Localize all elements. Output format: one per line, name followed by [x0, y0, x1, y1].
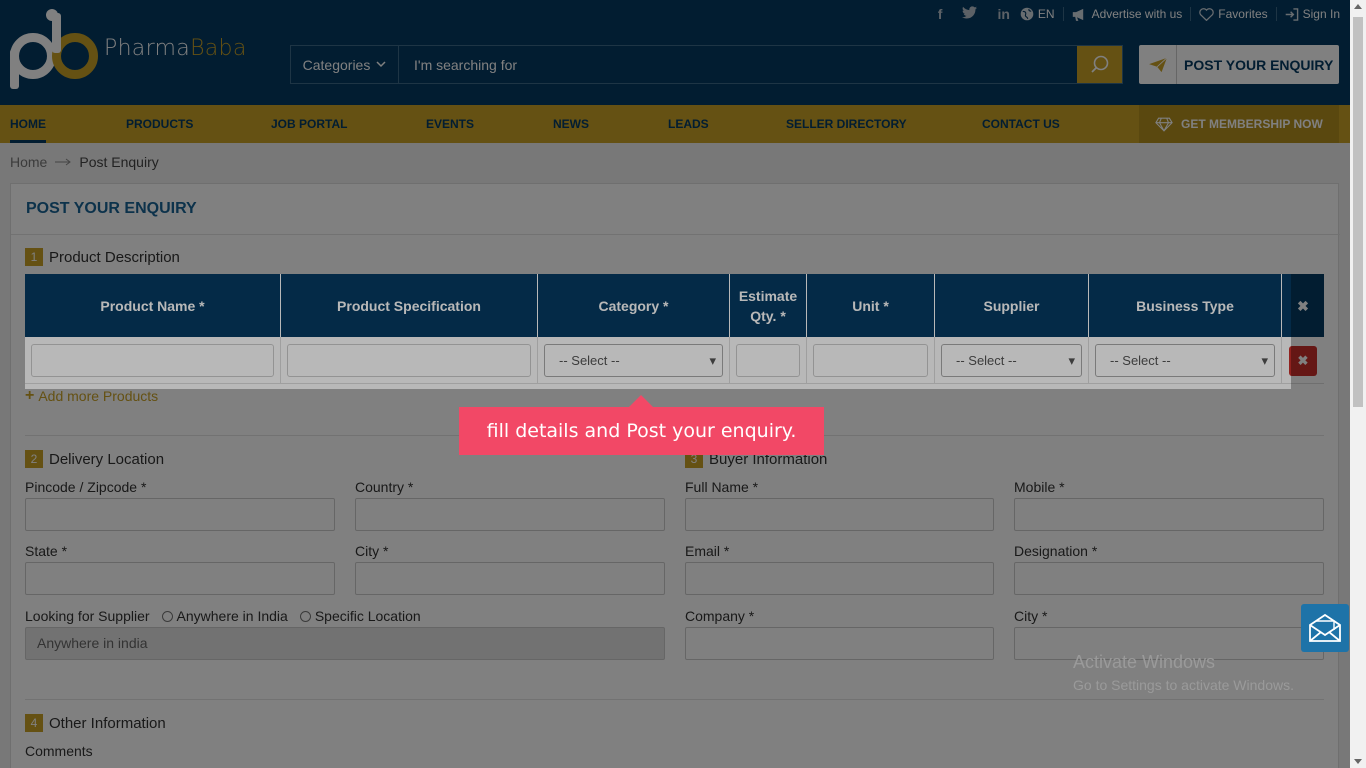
heart-icon — [1199, 7, 1215, 21]
megaphone-icon — [1072, 8, 1083, 21]
col-supplier: Supplier — [935, 274, 1089, 337]
plus-icon: + — [25, 387, 35, 404]
sign-in-link[interactable]: Sign In — [1285, 7, 1340, 21]
breadcrumb-current: Post Enquiry — [79, 154, 159, 170]
mail-button[interactable] — [1301, 604, 1349, 652]
advertise-link[interactable]: Advertise with us — [1072, 7, 1182, 21]
col-business-type: Business Type — [1089, 274, 1282, 337]
product-name-input[interactable] — [31, 344, 274, 377]
col-estimate-qty: Estimate Qty. * — [730, 274, 807, 337]
section-delivery-location: 2 Delivery Location — [25, 450, 164, 468]
tour-tooltip: fill details and Post your enquiry. — [459, 395, 824, 455]
page-title: POST YOUR ENQUIRY — [26, 200, 197, 217]
search-icon — [1090, 55, 1108, 73]
buyer-city-label: City * — [1014, 608, 1048, 624]
envelope-icon — [1309, 613, 1341, 642]
designation-field[interactable] — [1014, 562, 1324, 595]
col-category: Category * — [538, 274, 730, 337]
email-field[interactable] — [685, 562, 994, 595]
category-dropdown[interactable]: Categories — [291, 46, 399, 83]
state-label: State * — [25, 543, 68, 559]
post-enquiry-button[interactable]: POST YOUR ENQUIRY — [1139, 45, 1339, 84]
section-product-description: 1 Product Description — [25, 248, 180, 266]
chevron-down-icon — [376, 61, 386, 68]
country-label: Country * — [355, 479, 414, 495]
top-bar: f in EN Advertise with us Favorites Sign… — [928, 6, 1340, 22]
full-name-label: Full Name * — [685, 479, 759, 495]
city-label: City * — [355, 543, 389, 559]
col-product-spec: Product Specification — [281, 274, 538, 337]
search-bar: Categories — [290, 45, 1123, 84]
linkedin-icon[interactable]: in — [997, 6, 1009, 22]
city-field[interactable] — [355, 562, 665, 595]
sign-in-icon — [1285, 7, 1298, 21]
breadcrumb-home[interactable]: Home — [10, 154, 47, 170]
pincode-label: Pincode / Zipcode * — [25, 479, 147, 495]
site-header: PharmaBaba f in EN Advertise with us Fav… — [0, 0, 1350, 105]
membership-button[interactable]: GET MEMBERSHIP NOW — [1139, 105, 1339, 143]
full-name-field[interactable] — [685, 498, 994, 531]
unit-input[interactable] — [813, 344, 928, 377]
nav-leads[interactable]: LEADS — [668, 105, 709, 143]
nav-home[interactable]: HOME — [10, 105, 46, 143]
table-row: -- Select -- ▾ -- Select -- ▾ -- Select --… — [25, 337, 1324, 384]
logo-text: PharmaBaba — [104, 35, 247, 61]
business-type-select[interactable]: -- Select -- ▾ — [1095, 344, 1275, 377]
col-product-name: Product Name * — [25, 274, 281, 337]
close-icon[interactable]: ✖ — [1282, 274, 1324, 337]
arrow-right-icon — [55, 158, 72, 166]
globe-icon — [1020, 7, 1034, 21]
paper-plane-icon — [1139, 45, 1177, 84]
nav-job-portal[interactable]: JOB PORTAL — [271, 105, 347, 143]
pincode-field[interactable] — [25, 498, 335, 531]
country-field[interactable] — [355, 498, 665, 531]
activate-windows-watermark: Activate Windows Go to Settings to activ… — [1073, 652, 1294, 693]
supplier-location-field: Anywhere in india — [25, 627, 665, 660]
breadcrumb: Home Post Enquiry — [10, 154, 159, 170]
language-selector[interactable]: EN — [1020, 7, 1055, 21]
diamond-icon — [1155, 117, 1173, 132]
logo-mark — [10, 9, 100, 91]
search-input[interactable] — [399, 46, 1077, 83]
comments-label: Comments — [25, 743, 93, 759]
estimate-qty-input[interactable] — [736, 344, 800, 377]
favorites-link[interactable]: Favorites — [1199, 7, 1268, 21]
state-field[interactable] — [25, 562, 335, 595]
twitter-icon[interactable] — [962, 6, 978, 22]
col-unit: Unit * — [807, 274, 935, 337]
radio-anywhere[interactable]: Anywhere in India — [161, 608, 288, 624]
supplier-select[interactable]: -- Select -- ▾ — [941, 344, 1082, 377]
scrollbar[interactable] — [1350, 0, 1366, 768]
company-field[interactable] — [685, 627, 994, 660]
product-table: Product Name * Product Specification Cat… — [25, 274, 1324, 384]
product-spec-input[interactable] — [287, 344, 531, 377]
mobile-label: Mobile * — [1014, 479, 1065, 495]
nav-contact-us[interactable]: CONTACT US — [982, 105, 1060, 143]
delete-row-button[interactable]: ✖ — [1289, 345, 1317, 376]
main-nav: HOME PRODUCTS JOB PORTAL EVENTS NEWS LEA… — [0, 105, 1350, 143]
nav-products[interactable]: PRODUCTS — [126, 105, 193, 143]
nav-news[interactable]: NEWS — [553, 105, 589, 143]
add-more-products-link[interactable]: + Add more Products — [25, 387, 158, 405]
designation-label: Designation * — [1014, 543, 1098, 559]
search-button[interactable] — [1077, 46, 1122, 83]
nav-events[interactable]: EVENTS — [426, 105, 474, 143]
facebook-icon[interactable]: f — [938, 6, 943, 22]
email-label: Email * — [685, 543, 730, 559]
section-other-information: 4 Other Information — [25, 714, 166, 732]
radio-specific-location[interactable]: Specific Location — [299, 608, 421, 624]
mobile-field[interactable] — [1014, 498, 1324, 531]
category-select[interactable]: -- Select -- ▾ — [544, 344, 723, 377]
logo[interactable]: PharmaBaba — [10, 8, 270, 92]
looking-for-supplier: Looking for Supplier Anywhere in India S… — [25, 608, 421, 624]
company-label: Company * — [685, 608, 755, 624]
nav-seller-directory[interactable]: SELLER DIRECTORY — [786, 105, 907, 143]
